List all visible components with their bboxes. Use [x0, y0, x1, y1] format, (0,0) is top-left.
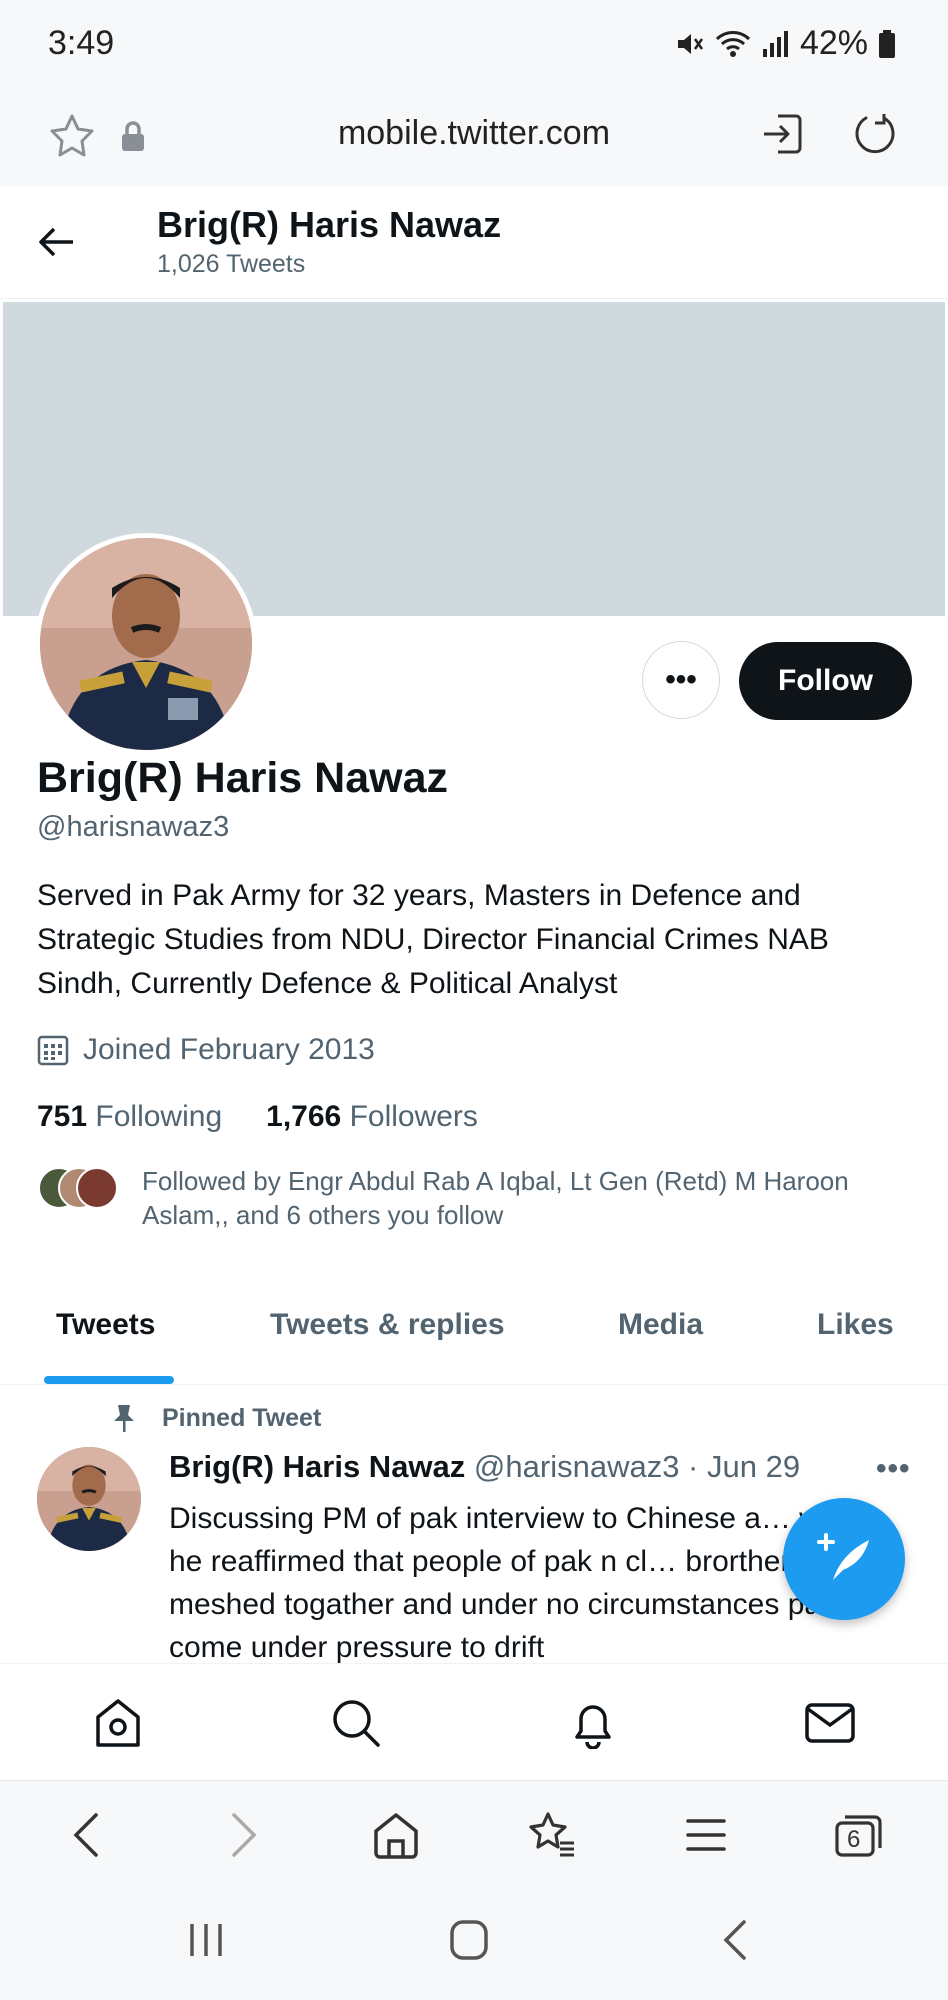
- sign-in-icon[interactable]: [758, 110, 806, 158]
- tab-count: 6: [847, 1826, 861, 1853]
- profile-bio: Served in Pak Army for 32 years, Masters…: [37, 879, 829, 1000]
- wifi-icon: [715, 30, 750, 57]
- profile-header: Brig(R) Haris Nawaz 1,026 Tweets: [0, 186, 948, 299]
- tweet-avatar-portrait: [37, 1447, 141, 1551]
- tab-tweets[interactable]: Tweets: [56, 1308, 155, 1342]
- back-arrow-icon[interactable]: [37, 224, 77, 260]
- compose-feather-icon: [817, 1533, 869, 1580]
- tab-likes[interactable]: Likes: [817, 1308, 894, 1342]
- pinned-label-row: Pinned Tweet: [110, 1403, 321, 1433]
- follow-button[interactable]: Follow: [739, 642, 912, 720]
- tweet-avatar[interactable]: [37, 1447, 141, 1551]
- battery-icon: [879, 29, 895, 58]
- profile-avatar[interactable]: [35, 533, 257, 755]
- back-icon[interactable]: [720, 1918, 750, 1962]
- bookmarks-icon[interactable]: [526, 1809, 576, 1861]
- avatar-portrait: [40, 538, 252, 750]
- header-title: Brig(R) Haris Nawaz: [157, 204, 502, 245]
- search-icon[interactable]: [330, 1697, 382, 1749]
- status-bar: 3:49 42%: [0, 0, 948, 88]
- forward-icon[interactable]: [224, 1809, 264, 1861]
- tweet-author[interactable]: Brig(R) Haris Nawaz: [169, 1449, 465, 1484]
- header-tweet-count: 1,026 Tweets: [157, 250, 306, 278]
- bell-icon[interactable]: [567, 1697, 619, 1749]
- browser-bottom-bar: 6: [0, 1780, 948, 1891]
- pin-icon: [114, 1405, 134, 1432]
- tabs-icon[interactable]: 6: [834, 1809, 884, 1861]
- following-label: Following: [95, 1100, 223, 1133]
- followers-link[interactable]: 1,766 Followers: [266, 1100, 478, 1134]
- back-icon[interactable]: [66, 1809, 106, 1861]
- twitter-bottom-nav: [0, 1663, 948, 1780]
- battery-level: 42%: [799, 24, 868, 62]
- signal-icon: [762, 30, 788, 57]
- follow-stats: 751 Following 1,766 Followers: [37, 1100, 478, 1134]
- mute-icon: [677, 33, 703, 54]
- status-icons: 42%: [674, 24, 896, 63]
- mail-icon[interactable]: [804, 1697, 856, 1749]
- profile-name: Brig(R) Haris Nawaz: [37, 754, 448, 802]
- active-tab-indicator: [44, 1376, 174, 1384]
- compose-tweet-button[interactable]: [783, 1498, 905, 1620]
- browser-url-bar: mobile.twitter.com: [0, 88, 948, 187]
- profile-tabs: Tweets Tweets & replies Media Likes: [0, 1290, 948, 1385]
- mutual-followers-avatars[interactable]: [38, 1167, 118, 1209]
- followers-label: Followers: [349, 1100, 478, 1133]
- following-count: 751: [37, 1100, 88, 1133]
- joined-date: Joined February 2013: [37, 1033, 375, 1067]
- joined-text: Joined February 2013: [83, 1033, 375, 1066]
- reload-icon[interactable]: [850, 110, 898, 158]
- following-link[interactable]: 751 Following: [37, 1100, 222, 1134]
- calendar-icon: [37, 1035, 69, 1066]
- more-options-button[interactable]: •••: [642, 641, 720, 719]
- tab-media[interactable]: Media: [618, 1308, 703, 1342]
- tweet-header: Brig(R) Haris Nawaz @harisnawaz3 · Jun 2…: [169, 1449, 800, 1485]
- home-icon[interactable]: [372, 1809, 420, 1861]
- system-nav-bar: [0, 1890, 948, 2000]
- menu-icon[interactable]: [684, 1809, 728, 1861]
- profile-handle: @harisnawaz3: [37, 811, 230, 843]
- clock: 3:49: [48, 24, 115, 62]
- tab-tweets-replies[interactable]: Tweets & replies: [270, 1308, 505, 1342]
- tweet-handle-date[interactable]: @harisnawaz3 · Jun 29: [474, 1449, 800, 1484]
- home-icon[interactable]: [92, 1697, 144, 1749]
- recents-icon[interactable]: [186, 1920, 226, 1960]
- home-icon[interactable]: [448, 1918, 490, 1962]
- pinned-label: Pinned Tweet: [162, 1403, 322, 1432]
- followed-by-text[interactable]: Followed by Engr Abdul Rab A Iqbal, Lt G…: [142, 1164, 912, 1232]
- mutual-avatar: [76, 1167, 118, 1209]
- followers-count: 1,766: [266, 1100, 342, 1133]
- tweet-more-button[interactable]: •••: [876, 1452, 911, 1486]
